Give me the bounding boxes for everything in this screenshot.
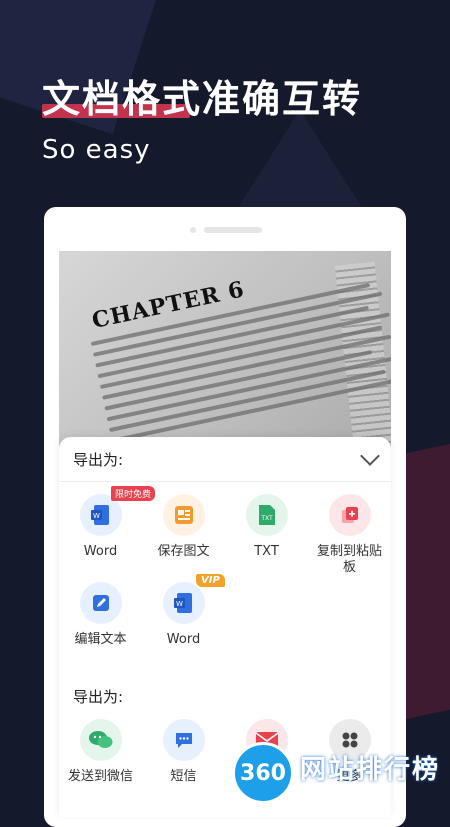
headline-text: 文档格式准确互转 <box>42 77 363 121</box>
save-image-text-label: 保存图文 <box>157 544 210 559</box>
image-text-icon <box>162 494 205 536</box>
camera-dot <box>190 227 196 233</box>
copy-icon <box>328 494 371 536</box>
edit-text-button[interactable]: 编辑文本 <box>59 582 142 670</box>
edit-text-label: 编辑文本 <box>74 632 127 647</box>
watermark-name: 网站排行榜 <box>300 754 441 785</box>
export-options: W 限时免费 Word 保存图文 TXT TXT 复制到粘贴板 编辑文本 W V… <box>59 482 391 670</box>
export-word-vip-button[interactable]: W VIP Word <box>142 574 225 670</box>
export-sheet-header[interactable]: 导出为: <box>59 437 391 482</box>
wechat-icon <box>79 719 122 761</box>
word-icon: W <box>162 582 205 624</box>
export-sheet-title: 导出为: <box>73 450 124 469</box>
export-txt-label: TXT <box>254 544 279 559</box>
sms-label: 短信 <box>170 769 197 784</box>
txt-file-icon: TXT <box>245 494 288 536</box>
message-icon <box>162 719 205 761</box>
phone-mockup: CHAPTER 6 导出为: W 限时免费 Word 保存图文 TXT TXT … <box>44 207 406 827</box>
speaker-bar <box>204 227 262 233</box>
headline: 文档格式准确互转 <box>42 68 362 123</box>
watermark-url: WANGZHAN360.CN <box>300 787 402 798</box>
background-shape-middle <box>230 110 370 220</box>
watermark-logo: 360 网站排行榜 WANGZHAN360.CN <box>232 742 440 804</box>
export-word-vip-label: Word <box>166 632 201 647</box>
watermark-badge: 360 <box>232 742 294 804</box>
copy-to-clipboard-label: 复制到粘贴板 <box>316 544 382 575</box>
txt-icon-text: TXT <box>260 515 273 522</box>
svg-text:W: W <box>93 512 100 520</box>
export-word-button[interactable]: W 限时免费 Word <box>59 486 156 582</box>
watermark-text: 网站排行榜 WANGZHAN360.CN <box>300 749 440 798</box>
send-to-wechat-label: 发送到微信 <box>67 769 133 784</box>
save-image-text-button[interactable]: 保存图文 <box>142 494 225 582</box>
phone-notch <box>190 227 262 233</box>
sms-button[interactable]: 短信 <box>142 719 225 807</box>
copy-to-clipboard-button[interactable]: 复制到粘贴板 <box>308 494 391 582</box>
svg-text:W: W <box>176 600 183 608</box>
share-section-title: 导出为: <box>73 688 124 706</box>
chevron-down-icon[interactable] <box>360 446 380 466</box>
vip-badge: VIP <box>196 574 225 587</box>
subheadline: So easy <box>42 135 151 165</box>
edit-icon <box>79 582 122 624</box>
send-to-wechat-button[interactable]: 发送到微信 <box>59 719 142 807</box>
export-txt-button[interactable]: TXT TXT <box>225 494 308 582</box>
export-word-label: Word <box>83 544 118 559</box>
